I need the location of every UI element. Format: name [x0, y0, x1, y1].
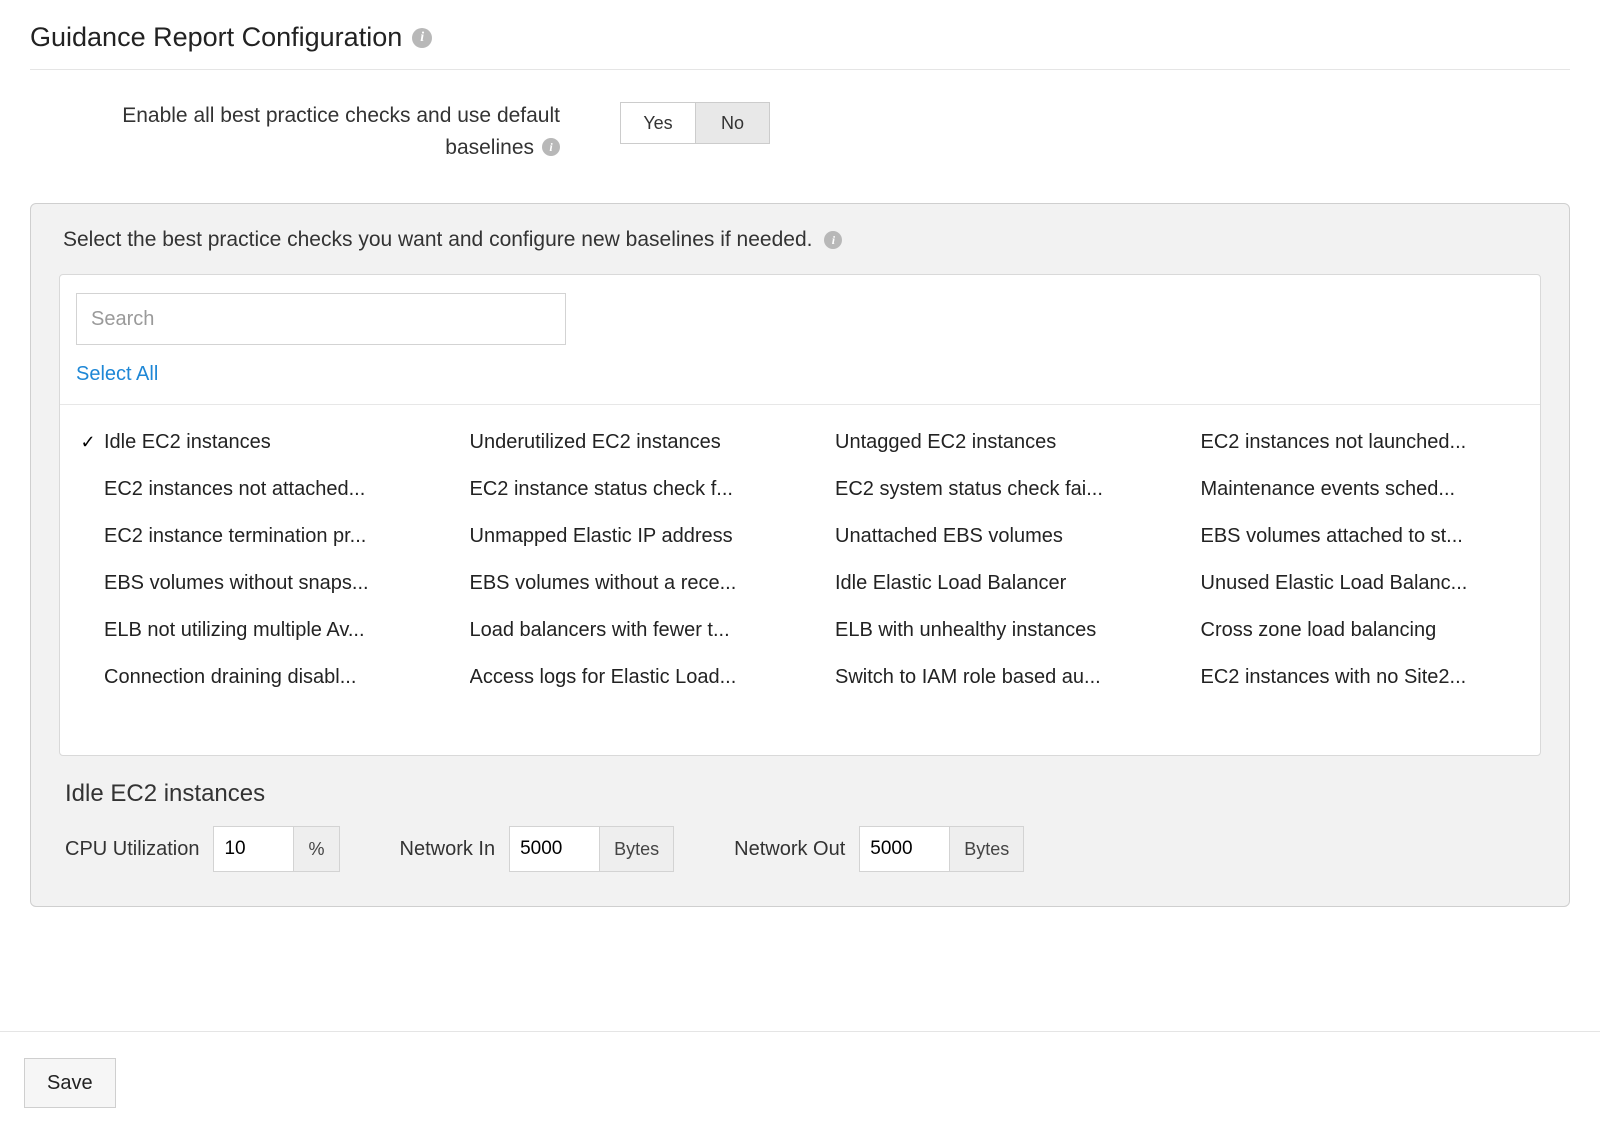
baseline-section: Idle EC2 instances CPU Utilization % Net… [59, 756, 1541, 872]
check-item[interactable]: ✓ELB not utilizing multiple Av... [74, 607, 430, 654]
check-item[interactable]: ✓EBS volumes attached to st... [1171, 513, 1527, 560]
check-label: Idle Elastic Load Balancer [835, 572, 1066, 595]
network-out-field: Network Out Bytes [734, 826, 1024, 872]
enable-all-no-button[interactable]: No [695, 103, 769, 143]
network-out-input[interactable] [859, 826, 949, 872]
check-item[interactable]: ✓Access logs for Elastic Load... [440, 654, 796, 701]
check-item[interactable]: ✓EC2 system status check fai... [805, 466, 1161, 513]
checks-grid-wrap: ✓ Idle EC2 instances ✓Underutilized EC2 in… [60, 405, 1540, 755]
check-item[interactable]: ✓Unmapped Elastic IP address [440, 513, 796, 560]
check-item[interactable]: ✓EC2 instance termination pr... [74, 513, 430, 560]
network-out-unit: Bytes [949, 826, 1024, 872]
check-label: EC2 instances with no Site2... [1201, 666, 1467, 689]
cpu-input[interactable] [213, 826, 293, 872]
select-all-link[interactable]: Select All [76, 363, 158, 386]
check-item[interactable]: ✓Unused Elastic Load Balanc... [1171, 560, 1527, 607]
check-item[interactable]: ✓Idle Elastic Load Balancer [805, 560, 1161, 607]
enable-all-yes-button[interactable]: Yes [621, 103, 695, 143]
check-label: Unmapped Elastic IP address [470, 525, 733, 548]
info-icon[interactable]: i [542, 138, 560, 156]
check-item[interactable]: ✓Untagged EC2 instances [805, 419, 1161, 466]
check-label: Underutilized EC2 instances [470, 431, 721, 454]
panel-instruction: Select the best practice checks you want… [63, 228, 812, 252]
check-item[interactable]: ✓EC2 instances with no Site2... [1171, 654, 1527, 701]
network-in-label: Network In [400, 838, 496, 861]
check-label: EBS volumes attached to st... [1201, 525, 1463, 548]
info-icon[interactable]: i [824, 231, 842, 249]
check-item[interactable]: ✓EBS volumes without a rece... [440, 560, 796, 607]
enable-all-label-line2: baselines [445, 132, 534, 164]
save-button[interactable]: Save [24, 1058, 116, 1108]
check-label: ELB not utilizing multiple Av... [104, 619, 365, 642]
cpu-field: CPU Utilization % [65, 826, 340, 872]
check-label: EBS volumes without a rece... [470, 572, 737, 595]
check-item[interactable]: ✓EC2 instances not attached... [74, 466, 430, 513]
check-label: Access logs for Elastic Load... [470, 666, 737, 689]
check-label: Cross zone load balancing [1201, 619, 1437, 642]
baseline-row: CPU Utilization % Network In Bytes Netwo… [65, 826, 1535, 872]
check-label: Maintenance events sched... [1201, 478, 1456, 501]
check-item[interactable]: ✓EC2 instance status check f... [440, 466, 796, 513]
checks-grid: ✓ Idle EC2 instances ✓Underutilized EC2 in… [74, 419, 1526, 701]
check-item[interactable]: ✓EBS volumes without snaps... [74, 560, 430, 607]
check-label: Untagged EC2 instances [835, 431, 1056, 454]
cpu-unit: % [293, 826, 339, 872]
enable-all-toggle: Yes No [620, 102, 770, 144]
check-label: EC2 instance status check f... [470, 478, 733, 501]
check-item[interactable]: ✓Switch to IAM role based au... [805, 654, 1161, 701]
enable-all-label-line1: Enable all best practice checks and use … [122, 100, 560, 132]
footer: Save [0, 1031, 1600, 1108]
network-out-label: Network Out [734, 838, 845, 861]
check-item[interactable]: ✓Maintenance events sched... [1171, 466, 1527, 513]
check-icon: ✓ [78, 432, 98, 453]
check-item[interactable]: ✓Underutilized EC2 instances [440, 419, 796, 466]
check-item[interactable]: ✓Cross zone load balancing [1171, 607, 1527, 654]
cpu-label: CPU Utilization [65, 838, 199, 861]
check-label: Idle EC2 instances [104, 431, 271, 454]
check-label: EC2 system status check fai... [835, 478, 1103, 501]
page-title-row: Guidance Report Configuration i [30, 22, 1570, 70]
check-item[interactable]: ✓EC2 instances not launched... [1171, 419, 1527, 466]
check-item[interactable]: ✓Unattached EBS volumes [805, 513, 1161, 560]
baseline-title: Idle EC2 instances [65, 780, 1535, 808]
check-label: EC2 instances not attached... [104, 478, 365, 501]
check-item[interactable]: ✓ Idle EC2 instances [74, 419, 430, 466]
check-label: EC2 instances not launched... [1201, 431, 1467, 454]
checks-box-header: Select All [60, 275, 1540, 405]
check-label: Switch to IAM role based au... [835, 666, 1101, 689]
check-label: EBS volumes without snaps... [104, 572, 369, 595]
checks-panel: Select the best practice checks you want… [30, 203, 1570, 907]
info-icon[interactable]: i [412, 28, 432, 48]
search-input[interactable] [76, 293, 566, 345]
network-in-unit: Bytes [599, 826, 674, 872]
network-in-field: Network In Bytes [400, 826, 675, 872]
checks-box: Select All ✓ Idle EC2 instances ✓Underutil… [59, 274, 1541, 756]
check-item[interactable]: ✓Connection draining disabl... [74, 654, 430, 701]
check-label: EC2 instance termination pr... [104, 525, 366, 548]
enable-all-row: Enable all best practice checks and use … [30, 70, 1570, 203]
check-label: Unattached EBS volumes [835, 525, 1063, 548]
check-item[interactable]: ✓ELB with unhealthy instances [805, 607, 1161, 654]
check-label: Unused Elastic Load Balanc... [1201, 572, 1468, 595]
check-label: Connection draining disabl... [104, 666, 356, 689]
panel-instruction-row: Select the best practice checks you want… [59, 228, 1541, 252]
network-in-input[interactable] [509, 826, 599, 872]
enable-all-label: Enable all best practice checks and use … [100, 100, 560, 163]
page-title: Guidance Report Configuration [30, 22, 402, 53]
check-label: ELB with unhealthy instances [835, 619, 1096, 642]
check-item[interactable]: ✓Load balancers with fewer t... [440, 607, 796, 654]
check-label: Load balancers with fewer t... [470, 619, 730, 642]
